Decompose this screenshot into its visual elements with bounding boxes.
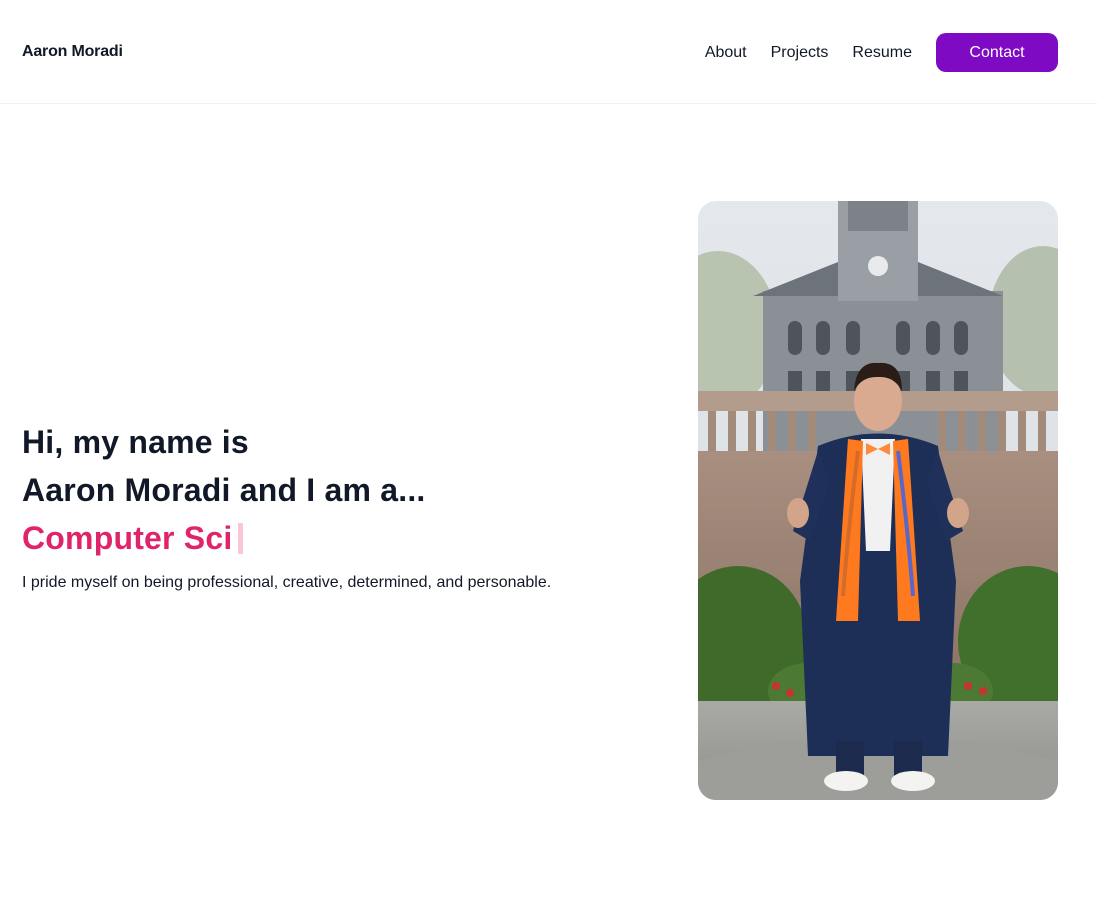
profile-photo xyxy=(698,201,1058,800)
brand-name[interactable]: Aaron Moradi xyxy=(22,41,123,63)
hero-greeting: Hi, my name is xyxy=(22,424,249,460)
hero-text: Hi, my name is Aaron Moradi and I am a..… xyxy=(22,418,662,594)
graduation-portrait-photo xyxy=(698,201,1058,800)
typed-role: Computer Sci xyxy=(22,514,662,562)
nav-resume[interactable]: Resume xyxy=(852,43,912,63)
contact-button[interactable]: Contact xyxy=(936,33,1058,72)
main-nav: About Projects Resume Contact xyxy=(705,33,1058,72)
typed-role-text: Computer Sci xyxy=(22,520,233,556)
nav-projects[interactable]: Projects xyxy=(771,43,829,63)
nav-about[interactable]: About xyxy=(705,43,747,63)
site-header: Aaron Moradi About Projects Resume Conta… xyxy=(0,0,1097,104)
hero-name-line: Aaron Moradi and I am a... xyxy=(22,472,426,508)
hero-tagline: I pride myself on being professional, cr… xyxy=(22,574,552,591)
typing-cursor xyxy=(238,522,244,554)
